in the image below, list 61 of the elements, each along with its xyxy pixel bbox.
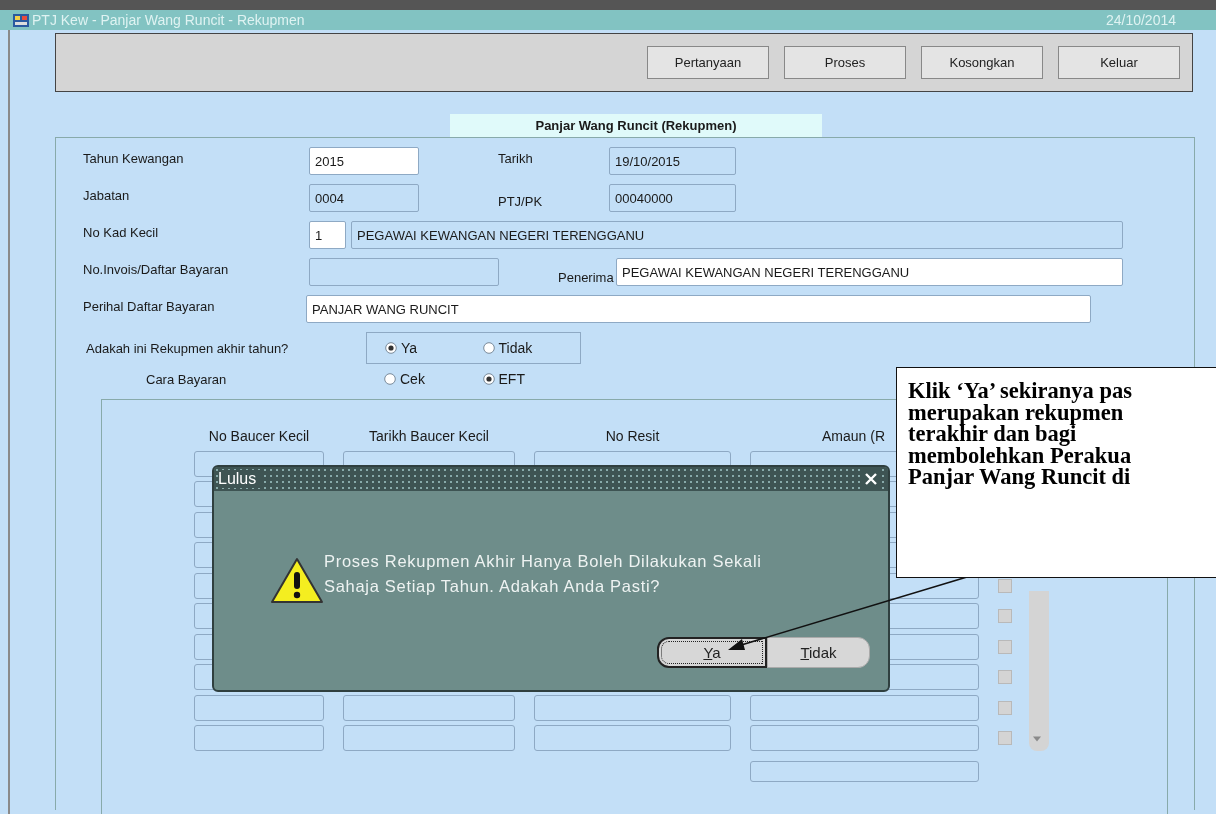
input-field[interactable]: 2015 — [309, 147, 419, 175]
field-label: Penerima — [558, 269, 615, 285]
scroll-down-icon[interactable] — [1032, 735, 1042, 743]
dialog-button[interactable]: Tidak — [767, 637, 870, 668]
checkbox[interactable] — [998, 639, 1012, 654]
column-header: Amaun (R — [822, 428, 886, 446]
table-cell[interactable] — [194, 725, 324, 751]
dialog-button[interactable]: Ya — [657, 637, 767, 668]
radio-option[interactable]: Ya — [385, 340, 483, 356]
window-title: PTJ Kew - Panjar Wang Runcit - Rekupmen — [32, 12, 306, 28]
readonly-field: PEGAWAI KEWANGAN NEGERI TERENGGANU — [351, 221, 1123, 249]
dialog-message: Proses Rekupmen Akhir Hanya Boleh Dilakukan Sekali Sahaja Setiap Tahun. Adakah Anda Pasti? — [324, 551, 763, 597]
readonly-field: 0004 — [309, 184, 419, 212]
column-header: No Resit — [604, 428, 661, 446]
section-title: Panjar Wang Runcit (Rekupmen) — [450, 114, 822, 137]
radio-option[interactable]: Cek — [384, 371, 483, 387]
radio-empty-icon[interactable] — [384, 373, 396, 385]
field-label: Perihal Daftar Bayaran — [83, 298, 216, 314]
table-cell[interactable] — [750, 725, 979, 751]
radio-option[interactable]: Tidak — [482, 340, 580, 356]
total-field[interactable] — [750, 760, 979, 782]
readonly-field: 19/10/2015 — [609, 147, 736, 175]
column-header: Tarikh Baucer Kecil — [368, 428, 490, 446]
checkbox[interactable] — [998, 700, 1012, 715]
field-label: PTJ/PK — [498, 193, 544, 209]
field-label: No Kad Kecil — [83, 224, 160, 240]
scrollbar[interactable] — [1029, 590, 1049, 751]
table-cell[interactable] — [343, 725, 515, 751]
table-cell[interactable] — [343, 694, 515, 721]
input-field[interactable]: 1 — [309, 221, 346, 249]
input-field[interactable]: PANJAR WANG RUNCIT — [306, 295, 1091, 323]
input-field[interactable]: PEGAWAI KEWANGAN NEGERI TERENGGANU — [616, 258, 1123, 286]
toolbar-button[interactable]: Proses — [784, 46, 906, 79]
dialog-title: Lulus — [218, 470, 263, 488]
checkbox[interactable] — [998, 670, 1012, 684]
warning-icon — [270, 557, 324, 605]
field-label: Adakah ini Rekupmen akhir tahun? — [86, 340, 290, 356]
table-cell[interactable] — [534, 694, 731, 721]
radio-option[interactable]: EFT — [482, 371, 581, 387]
table-cell[interactable] — [194, 694, 324, 721]
radio-selected-icon[interactable] — [482, 373, 495, 385]
table-cell[interactable] — [534, 725, 731, 751]
field-label: No.Invois/Daftar Bayaran — [83, 261, 230, 277]
window-date: 24/10/2014 — [1105, 12, 1176, 28]
field-label: Tarikh — [498, 150, 534, 166]
readonly-field: 00040000 — [609, 184, 736, 212]
radio-empty-icon[interactable] — [482, 342, 495, 354]
field-label: Cara Bayaran — [146, 371, 228, 387]
field-label: Jabatan — [83, 187, 131, 203]
column-header: No Baucer Kecil — [207, 428, 311, 446]
toolbar-button[interactable]: Keluar — [1058, 46, 1180, 79]
checkbox[interactable] — [998, 609, 1012, 623]
checkbox[interactable] — [998, 578, 1012, 593]
field-label: Tahun Kewangan — [83, 150, 185, 166]
table-cell[interactable] — [750, 694, 979, 721]
app-icon — [12, 11, 30, 29]
toolbar-button[interactable]: Pertanyaan — [647, 46, 769, 79]
checkbox[interactable] — [998, 731, 1012, 745]
callout-text: Klik ‘Ya’ sekiranya pas merupakan rekupmen terakhir dan bagi membolehkan Perakua Panjar Wang Runcit di — [908, 380, 1133, 488]
toolbar-button[interactable]: Kosongkan — [921, 46, 1043, 79]
radio-selected-icon[interactable] — [385, 342, 397, 354]
